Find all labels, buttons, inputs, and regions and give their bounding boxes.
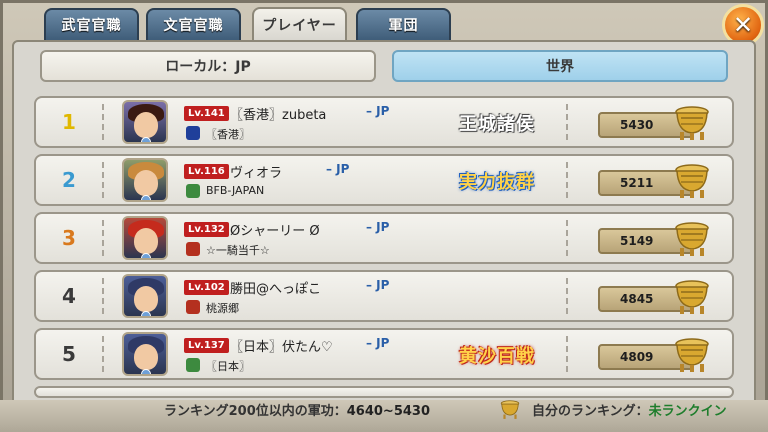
level-badge: Lv.137	[184, 338, 229, 353]
toggle-world[interactable]: 世界	[392, 50, 728, 82]
close-x-icon: ✕	[732, 11, 754, 39]
tab-player[interactable]: プレイヤー	[252, 7, 347, 43]
ranking-row-partial	[34, 386, 734, 398]
divider	[566, 278, 568, 314]
player-title: 実力抜群	[459, 172, 535, 193]
level-badge: Lv.116	[184, 164, 229, 179]
guild-emblem-icon	[186, 126, 200, 140]
player-name: 〖日本〗伏たん♡	[230, 340, 333, 355]
divider	[102, 278, 104, 314]
toggle-local[interactable]: ローカル：JP	[40, 50, 376, 82]
player-avatar[interactable]	[122, 100, 168, 144]
cauldron-icon	[675, 106, 709, 140]
server-tag: – JP	[366, 220, 390, 234]
ranking-row[interactable]: 4 Lv.102 勝田@へっぽこ – JP 桃源郷 4845	[34, 270, 734, 322]
rank-number: 1	[62, 110, 76, 134]
player-name: 〖香港〗zubeta	[230, 108, 327, 123]
threshold-value: 4640~5430	[346, 404, 431, 419]
divider	[102, 336, 104, 372]
server-tag: – JP	[366, 336, 390, 350]
divider	[566, 162, 568, 198]
server-tag: – JP	[326, 162, 350, 176]
my-ranking: 自分のランキング：未ランクイン	[532, 400, 727, 419]
rank-number: 3	[62, 226, 76, 250]
avatar-face	[134, 344, 158, 370]
avatar-badge-icon	[141, 311, 151, 316]
ranking-row[interactable]: 3 Lv.132 Øシャーリー Ø – JP ☆一騎当千☆ 5149	[34, 212, 734, 264]
avatar-badge-icon	[141, 253, 151, 258]
tab-legion[interactable]: 軍団	[356, 8, 451, 42]
divider	[102, 220, 104, 256]
avatar-badge-icon	[141, 369, 151, 374]
player-title	[444, 282, 550, 312]
divider	[566, 104, 568, 140]
avatar-badge-icon	[141, 195, 151, 200]
avatar-face	[134, 112, 158, 138]
guild-emblem-icon	[186, 184, 200, 198]
player-avatar[interactable]	[122, 274, 168, 318]
guild-emblem-icon	[186, 300, 200, 314]
player-name: ヴィオラ	[230, 166, 283, 181]
cauldron-icon	[500, 400, 520, 419]
guild-name: 〖香港〗	[206, 128, 250, 141]
player-avatar[interactable]	[122, 332, 168, 376]
cauldron-icon	[675, 164, 709, 198]
guild-name: 桃源郷	[206, 302, 239, 315]
rank-number: 4	[62, 284, 76, 308]
cauldron-icon	[675, 280, 709, 314]
avatar-badge-icon	[141, 137, 151, 142]
server-tag: – JP	[366, 278, 390, 292]
server-tag: – JP	[366, 104, 390, 118]
guild-emblem-icon	[186, 358, 200, 372]
player-title: 王城諸侯	[459, 114, 535, 135]
player-name: 勝田@へっぽこ	[230, 282, 322, 297]
cauldron-icon	[675, 338, 709, 372]
tab-civil-office[interactable]: 文官官職	[146, 8, 241, 42]
threshold-label: ランキング200位以内の軍功：	[164, 404, 347, 419]
my-ranking-label: 自分のランキング：	[532, 404, 649, 419]
ranking-threshold: ランキング200位以内の軍功：4640~5430	[164, 400, 430, 419]
rank-number: 5	[62, 342, 76, 366]
guild-name: 〖日本〗	[206, 360, 250, 373]
level-badge: Lv.132	[184, 222, 229, 237]
divider	[102, 104, 104, 140]
avatar-face	[134, 228, 158, 254]
player-title: 黄沙百戦	[459, 346, 535, 367]
rank-number: 2	[62, 168, 76, 192]
player-avatar[interactable]	[122, 216, 168, 260]
my-ranking-value: 未ランクイン	[648, 404, 727, 419]
level-badge: Lv.102	[184, 280, 229, 295]
divider	[566, 220, 568, 256]
avatar-face	[134, 170, 158, 196]
player-title	[444, 224, 550, 254]
ranking-row[interactable]: 1 Lv.141 〖香港〗zubeta – JP 〖香港〗 王城諸侯 5430	[34, 96, 734, 148]
tab-military-office[interactable]: 武官官職	[44, 8, 139, 42]
guild-name: ☆一騎当千☆	[206, 244, 270, 257]
ranking-row[interactable]: 2 Lv.116 ヴィオラ – JP BFB-JAPAN 実力抜群 5211	[34, 154, 734, 206]
guild-name: BFB-JAPAN	[206, 184, 265, 197]
guild-emblem-icon	[186, 242, 200, 256]
player-avatar[interactable]	[122, 158, 168, 202]
level-badge: Lv.141	[184, 106, 229, 121]
divider	[566, 336, 568, 372]
avatar-face	[134, 286, 158, 312]
divider	[102, 162, 104, 198]
player-name: Øシャーリー Ø	[230, 224, 320, 239]
cauldron-icon	[675, 222, 709, 256]
ranking-row[interactable]: 5 Lv.137 〖日本〗伏たん♡ – JP 〖日本〗 黄沙百戦 4809	[34, 328, 734, 380]
